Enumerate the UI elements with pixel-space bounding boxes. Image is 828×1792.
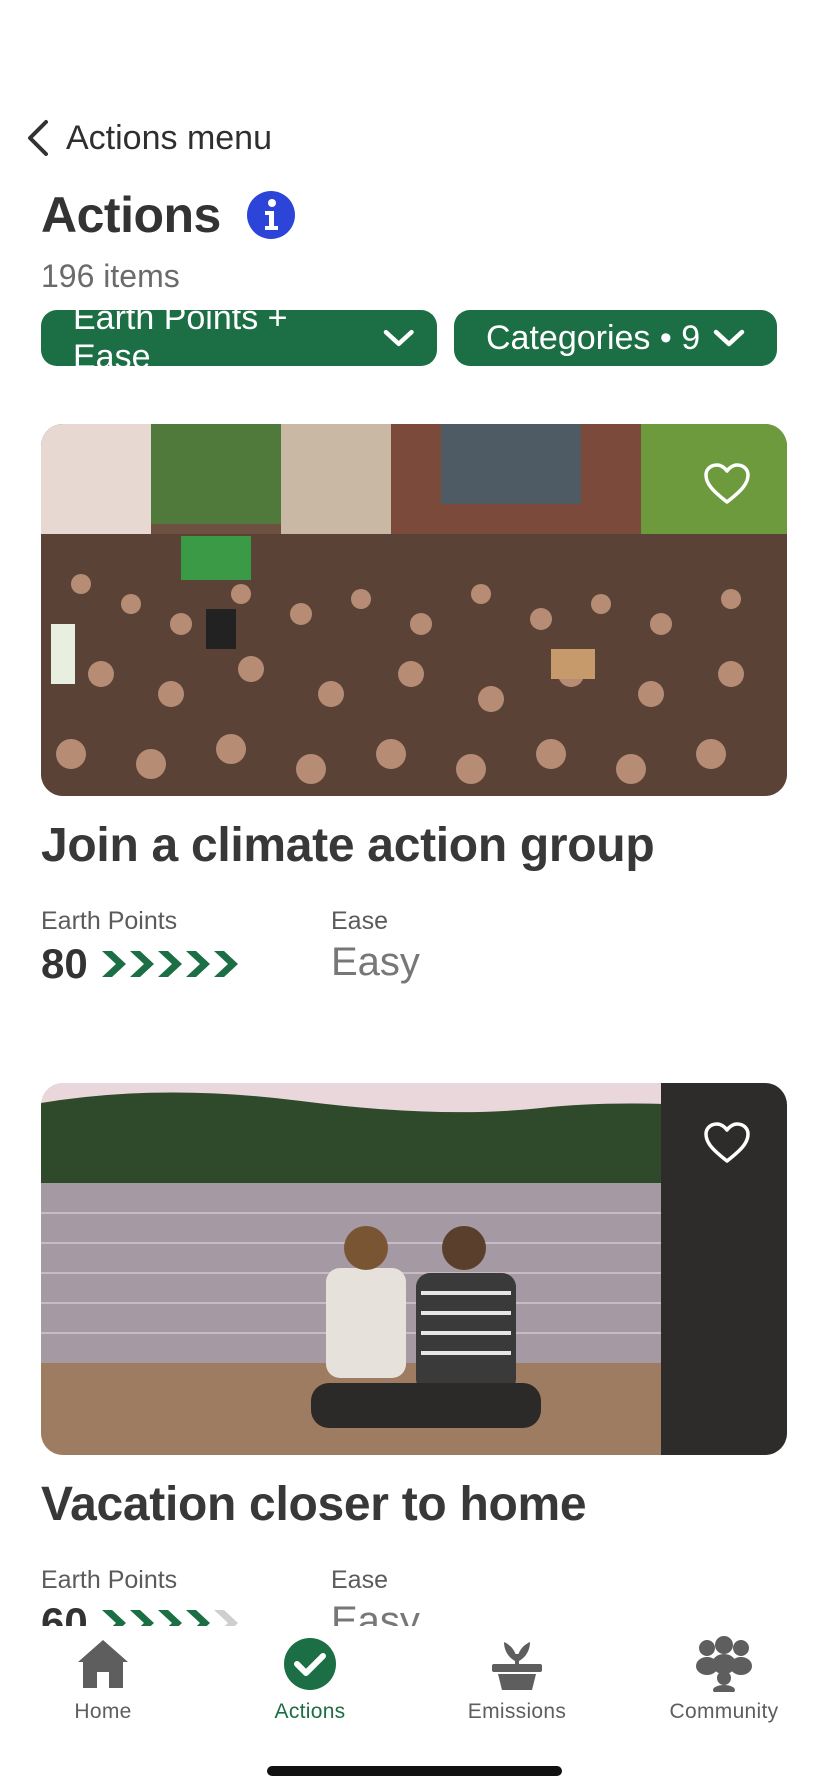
chevron-down-icon bbox=[383, 329, 414, 347]
tab-label: Actions bbox=[274, 1700, 346, 1723]
home-icon bbox=[78, 1640, 128, 1688]
categories-filter-button[interactable]: Categories • 9 bbox=[454, 310, 777, 366]
info-icon[interactable] bbox=[246, 191, 295, 239]
home-indicator bbox=[267, 1766, 562, 1776]
tab-home[interactable]: Home bbox=[3, 1636, 203, 1724]
action-card[interactable]: Join a climate action group Earth Points… bbox=[41, 424, 787, 988]
plant-pot-icon bbox=[492, 1642, 542, 1690]
climate-protest-photo bbox=[41, 424, 787, 796]
back-label: Actions menu bbox=[66, 118, 272, 157]
ease-label: Ease bbox=[331, 907, 388, 935]
chevron-right-icon bbox=[157, 951, 182, 977]
chevron-right-icon bbox=[185, 951, 210, 977]
action-card-image bbox=[41, 424, 787, 796]
tab-actions[interactable]: Actions bbox=[210, 1636, 410, 1724]
back-button[interactable]: Actions menu bbox=[24, 118, 272, 158]
sort-filter-button[interactable]: Earth Points + Ease bbox=[41, 299, 437, 376]
heart-icon[interactable] bbox=[703, 462, 751, 506]
tab-label: Community bbox=[669, 1700, 779, 1723]
chevron-left-icon bbox=[28, 120, 48, 156]
action-card-title: Vacation closer to home bbox=[41, 1478, 587, 1531]
action-card-title: Join a climate action group bbox=[41, 819, 655, 872]
ease-value: Easy bbox=[331, 940, 420, 984]
earth-points-label: Earth Points bbox=[41, 1566, 178, 1594]
action-card-stats: Earth Points 80 Ease Easy bbox=[41, 907, 787, 988]
earth-points-stat: Earth Points 80 bbox=[41, 907, 331, 988]
people-group-icon bbox=[696, 1636, 752, 1692]
chevron-right-icon bbox=[129, 951, 154, 977]
tab-label: Home bbox=[74, 1700, 132, 1723]
tab-label: Emissions bbox=[467, 1700, 567, 1723]
title-row: Actions bbox=[41, 186, 295, 244]
categories-filter-label: Categories • 9 bbox=[486, 318, 701, 357]
earth-points-label: Earth Points bbox=[41, 907, 178, 935]
earth-points-meter bbox=[100, 949, 240, 979]
ease-label: Ease bbox=[331, 1566, 388, 1594]
sort-filter-label: Earth Points + Ease bbox=[73, 299, 288, 376]
filter-bar: Earth Points + Ease Categories • 9 bbox=[41, 299, 777, 376]
chevron-down-icon bbox=[713, 329, 745, 347]
tab-emissions[interactable]: Emissions bbox=[417, 1636, 617, 1724]
ease-stat: Ease Easy bbox=[331, 907, 420, 988]
heart-icon[interactable] bbox=[703, 1121, 751, 1165]
lake-couple-photo bbox=[41, 1083, 787, 1455]
action-card-image bbox=[41, 1083, 787, 1455]
earth-points-value: 80 bbox=[41, 940, 88, 987]
check-circle-icon bbox=[284, 1638, 336, 1690]
tab-community[interactable]: Community bbox=[624, 1636, 824, 1724]
action-card[interactable]: Vacation closer to home Earth Points 60 … bbox=[41, 1083, 787, 1647]
item-count: 196 items bbox=[41, 258, 180, 294]
chevron-right-icon bbox=[213, 951, 238, 977]
chevron-right-icon bbox=[101, 951, 126, 977]
page-title: Actions bbox=[41, 187, 221, 243]
